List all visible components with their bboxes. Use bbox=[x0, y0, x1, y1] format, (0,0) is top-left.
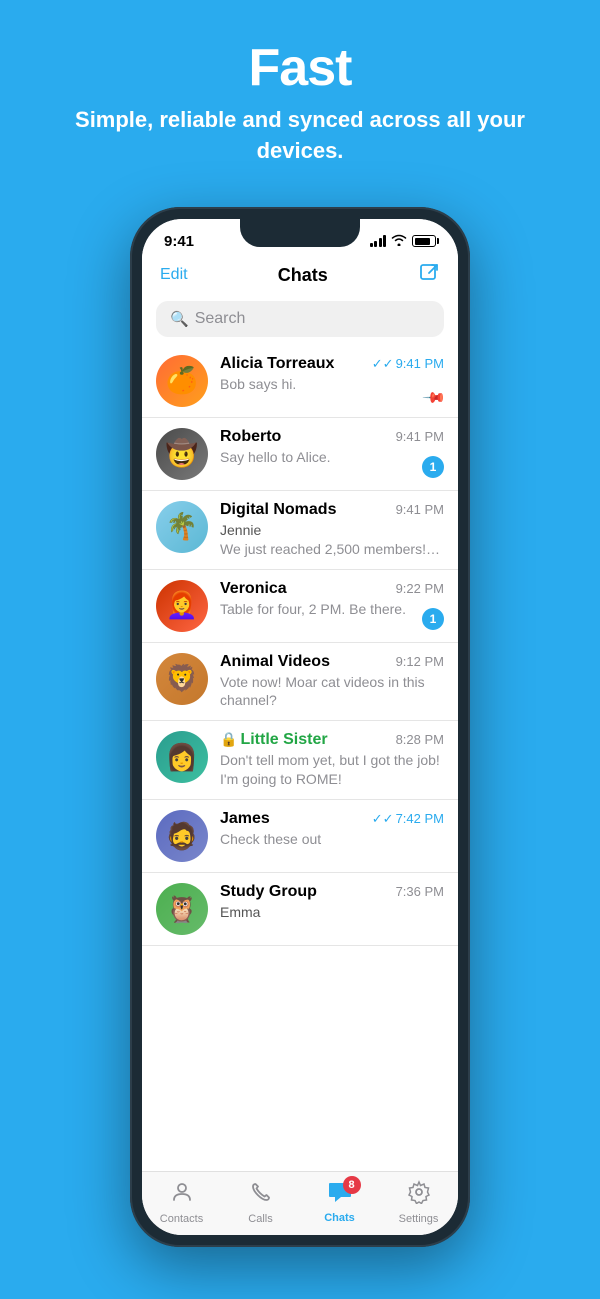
search-icon: 🔍 bbox=[170, 310, 189, 328]
avatar-animal: 🦁 bbox=[156, 653, 208, 705]
status-icons bbox=[370, 234, 437, 249]
avatar-alicia: 🍊 bbox=[156, 355, 208, 407]
edit-button[interactable]: Edit bbox=[160, 266, 188, 284]
contacts-icon bbox=[170, 1180, 194, 1210]
battery-icon bbox=[412, 235, 436, 247]
chats-icon-wrapper: 8 bbox=[327, 1180, 353, 1209]
tab-contacts[interactable]: Contacts bbox=[142, 1180, 221, 1225]
avatar-sister: 👩 bbox=[156, 731, 208, 783]
hero-title: Fast bbox=[0, 40, 600, 97]
chat-preview-sister: Don't tell mom yet, but I got the job! I… bbox=[220, 751, 444, 789]
chat-name-animal: Animal Videos bbox=[220, 653, 330, 671]
phone-wrapper: 9:41 bbox=[0, 207, 600, 1247]
chat-name-alicia: Alicia Torreaux bbox=[220, 355, 334, 373]
avatar-james: 🧔 bbox=[156, 810, 208, 862]
chat-name-digital: Digital Nomads bbox=[220, 501, 336, 519]
chat-content-digital: Digital Nomads 9:41 PM JennieWe just rea… bbox=[220, 501, 444, 559]
chat-preview-alicia: Bob says hi. bbox=[220, 375, 444, 394]
settings-icon bbox=[407, 1180, 431, 1210]
chat-name-study: Study Group bbox=[220, 883, 317, 901]
tab-calls-label: Calls bbox=[248, 1213, 272, 1225]
search-bar[interactable]: 🔍 Search bbox=[156, 301, 444, 337]
wifi-icon bbox=[391, 234, 407, 249]
chat-content-roberto: Roberto 9:41 PM Say hello to Alice. bbox=[220, 428, 444, 467]
chat-content-sister: 🔒Little Sister 8:28 PM Don't tell mom ye… bbox=[220, 731, 444, 789]
double-check-icon: ✓✓ bbox=[372, 356, 394, 371]
phone-notch bbox=[240, 219, 360, 247]
chat-item-roberto[interactable]: 🤠 Roberto 9:41 PM Say hello to Alice. 1 bbox=[142, 418, 458, 491]
chats-badge: 8 bbox=[343, 1176, 361, 1194]
compose-button[interactable] bbox=[418, 262, 440, 289]
chat-preview-veronica: Table for four, 2 PM. Be there. bbox=[220, 600, 444, 619]
tab-chats-label: Chats bbox=[324, 1212, 355, 1224]
chat-preview-james: Check these out bbox=[220, 830, 444, 849]
chat-time-roberto: 9:41 PM bbox=[396, 429, 444, 444]
chat-preview-animal: Vote now! Moar cat videos in this channe… bbox=[220, 673, 444, 711]
chat-content-study: Study Group 7:36 PM Emma bbox=[220, 883, 444, 922]
lock-icon: 🔒 bbox=[220, 731, 237, 747]
chat-content-alicia: Alicia Torreaux ✓✓9:41 PM Bob says hi. bbox=[220, 355, 444, 394]
chat-time-james: ✓✓7:42 PM bbox=[372, 811, 444, 827]
chat-time-study: 7:36 PM bbox=[396, 884, 444, 899]
page-title: Chats bbox=[278, 265, 328, 286]
chat-time-sister: 8:28 PM bbox=[396, 732, 444, 747]
chat-item-digital[interactable]: 🌴 Digital Nomads 9:41 PM JennieWe just r… bbox=[142, 491, 458, 570]
chat-time-veronica: 9:22 PM bbox=[396, 581, 444, 596]
chat-time-alicia: ✓✓9:41 PM bbox=[372, 356, 444, 372]
chat-name-james: James bbox=[220, 810, 270, 828]
avatar-roberto: 🤠 bbox=[156, 428, 208, 480]
tab-bar: Contacts Calls 8 bbox=[142, 1171, 458, 1235]
chat-content-james: James ✓✓7:42 PM Check these out bbox=[220, 810, 444, 849]
badge-veronica: 1 bbox=[422, 608, 444, 630]
chat-item-alicia[interactable]: 🍊 Alicia Torreaux ✓✓9:41 PM Bob says hi.… bbox=[142, 345, 458, 418]
tab-calls[interactable]: Calls bbox=[221, 1180, 300, 1225]
hero-section: Fast Simple, reliable and synced across … bbox=[0, 0, 600, 187]
badge-roberto: 1 bbox=[422, 456, 444, 478]
chat-name-veronica: Veronica bbox=[220, 580, 287, 598]
nav-header: Edit Chats bbox=[142, 256, 458, 299]
chat-item-sister[interactable]: 👩 🔒Little Sister 8:28 PM Don't tell mom … bbox=[142, 721, 458, 800]
signal-bars-icon bbox=[370, 235, 387, 247]
chat-name-roberto: Roberto bbox=[220, 428, 281, 446]
hero-subtitle: Simple, reliable and synced across all y… bbox=[0, 105, 600, 167]
tab-chats[interactable]: 8 Chats bbox=[300, 1180, 379, 1224]
chat-time-digital: 9:41 PM bbox=[396, 502, 444, 517]
phone-screen: 9:41 bbox=[142, 219, 458, 1235]
status-time: 9:41 bbox=[164, 233, 194, 250]
chat-time-animal: 9:12 PM bbox=[396, 654, 444, 669]
calls-icon bbox=[249, 1180, 273, 1210]
search-placeholder: Search bbox=[195, 310, 246, 328]
avatar-study: 🦉 bbox=[156, 883, 208, 935]
chat-item-veronica[interactable]: 👩‍🦰 Veronica 9:22 PM Table for four, 2 P… bbox=[142, 570, 458, 643]
chat-preview-roberto: Say hello to Alice. bbox=[220, 448, 444, 467]
avatar-veronica: 👩‍🦰 bbox=[156, 580, 208, 632]
chat-content-veronica: Veronica 9:22 PM Table for four, 2 PM. B… bbox=[220, 580, 444, 619]
double-check-icon-james: ✓✓ bbox=[372, 811, 394, 826]
chat-item-animal[interactable]: 🦁 Animal Videos 9:12 PM Vote now! Moar c… bbox=[142, 643, 458, 722]
tab-contacts-label: Contacts bbox=[160, 1213, 203, 1225]
tab-settings[interactable]: Settings bbox=[379, 1180, 458, 1225]
chat-content-animal: Animal Videos 9:12 PM Vote now! Moar cat… bbox=[220, 653, 444, 711]
chat-preview-study: Emma bbox=[220, 903, 444, 922]
phone-frame: 9:41 bbox=[130, 207, 470, 1247]
chat-preview-digital: JennieWe just reached 2,500 members! WOO… bbox=[220, 521, 444, 559]
chat-name-sister: 🔒Little Sister bbox=[220, 731, 328, 749]
chat-item-james[interactable]: 🧔 James ✓✓7:42 PM Check these out bbox=[142, 800, 458, 873]
chat-list: 🍊 Alicia Torreaux ✓✓9:41 PM Bob says hi.… bbox=[142, 345, 458, 1171]
avatar-digital: 🌴 bbox=[156, 501, 208, 553]
tab-settings-label: Settings bbox=[399, 1213, 439, 1225]
chat-item-study[interactable]: 🦉 Study Group 7:36 PM Emma bbox=[142, 873, 458, 946]
